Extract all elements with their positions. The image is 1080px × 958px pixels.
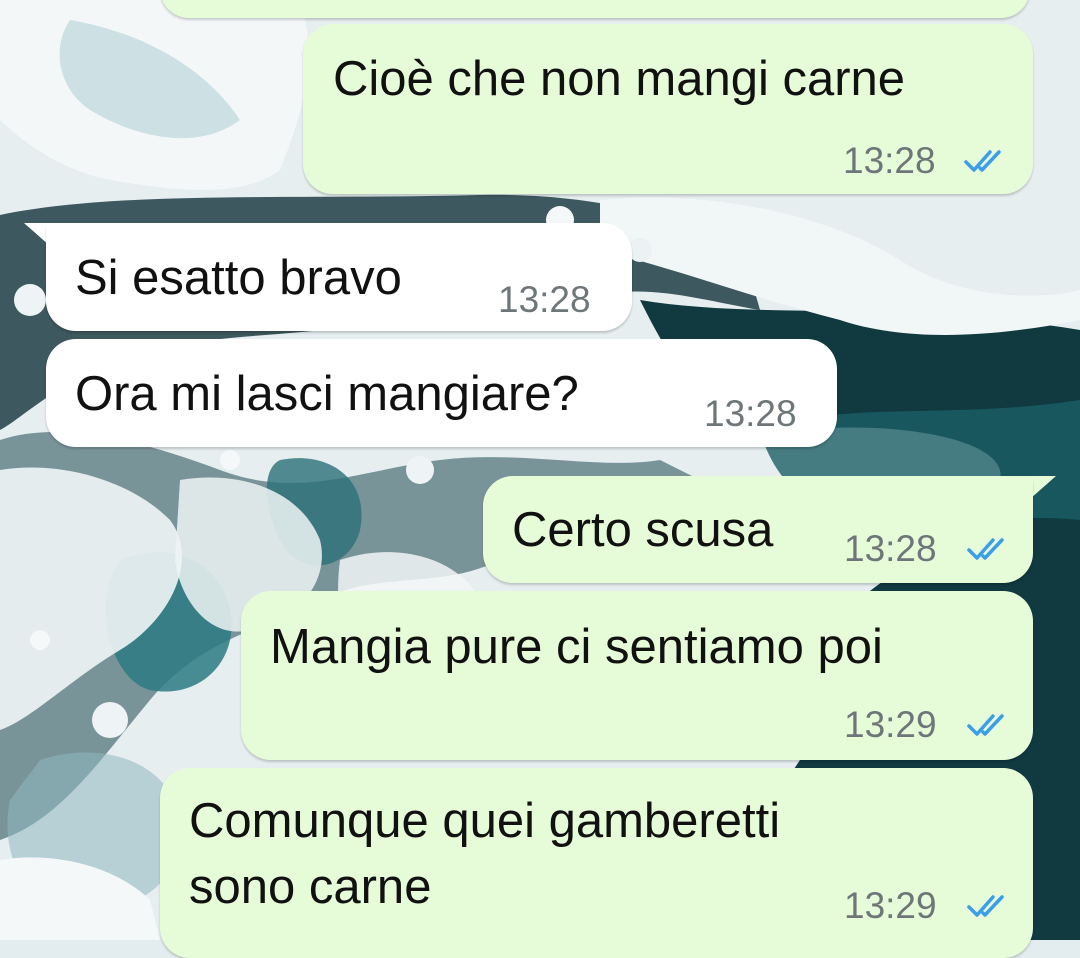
message-text: Certo scusa [512,503,774,557]
message-bubble-incoming[interactable]: Ora mi lasci mangiare? 13:28 [46,339,837,447]
message-bubble-outgoing[interactable]: Comunque quei gamberetti sono carne 13:2… [160,768,1033,958]
message-timestamp: 13:28 [843,140,936,181]
message-timestamp: 13:29 [844,885,937,926]
message-bubble-outgoing[interactable]: Certo scusa 13:28 [483,476,1033,583]
message-bubble-partial[interactable] [160,0,1030,18]
message-timestamp: 13:28 [704,393,797,434]
message-timestamp: 13:28 [498,279,591,320]
message-timestamp: 13:29 [844,704,937,745]
message-text: Cioè che non mangi carne [333,52,906,106]
read-ticks-icon [964,150,1001,172]
message-text: Ora mi lasci mangiare? [75,367,579,421]
message-bubble-outgoing[interactable]: Mangia pure ci sentiamo poi 13:29 [241,591,1033,760]
message-bubble-incoming[interactable]: Si esatto bravo 13:28 [46,223,632,331]
message-timestamp: 13:28 [844,528,937,569]
message-text-line-1: Comunque quei gamberetti [189,794,781,848]
message-text: Si esatto bravo [75,251,402,305]
message-text: Mangia pure ci sentiamo poi [270,620,883,674]
read-ticks-icon [967,714,1004,736]
read-ticks-icon [967,538,1004,560]
read-ticks-icon [967,895,1004,917]
message-bubble-outgoing[interactable]: Cioè che non mangi carne 13:28 [303,24,1033,194]
message-text-line-2: sono carne [189,860,432,914]
